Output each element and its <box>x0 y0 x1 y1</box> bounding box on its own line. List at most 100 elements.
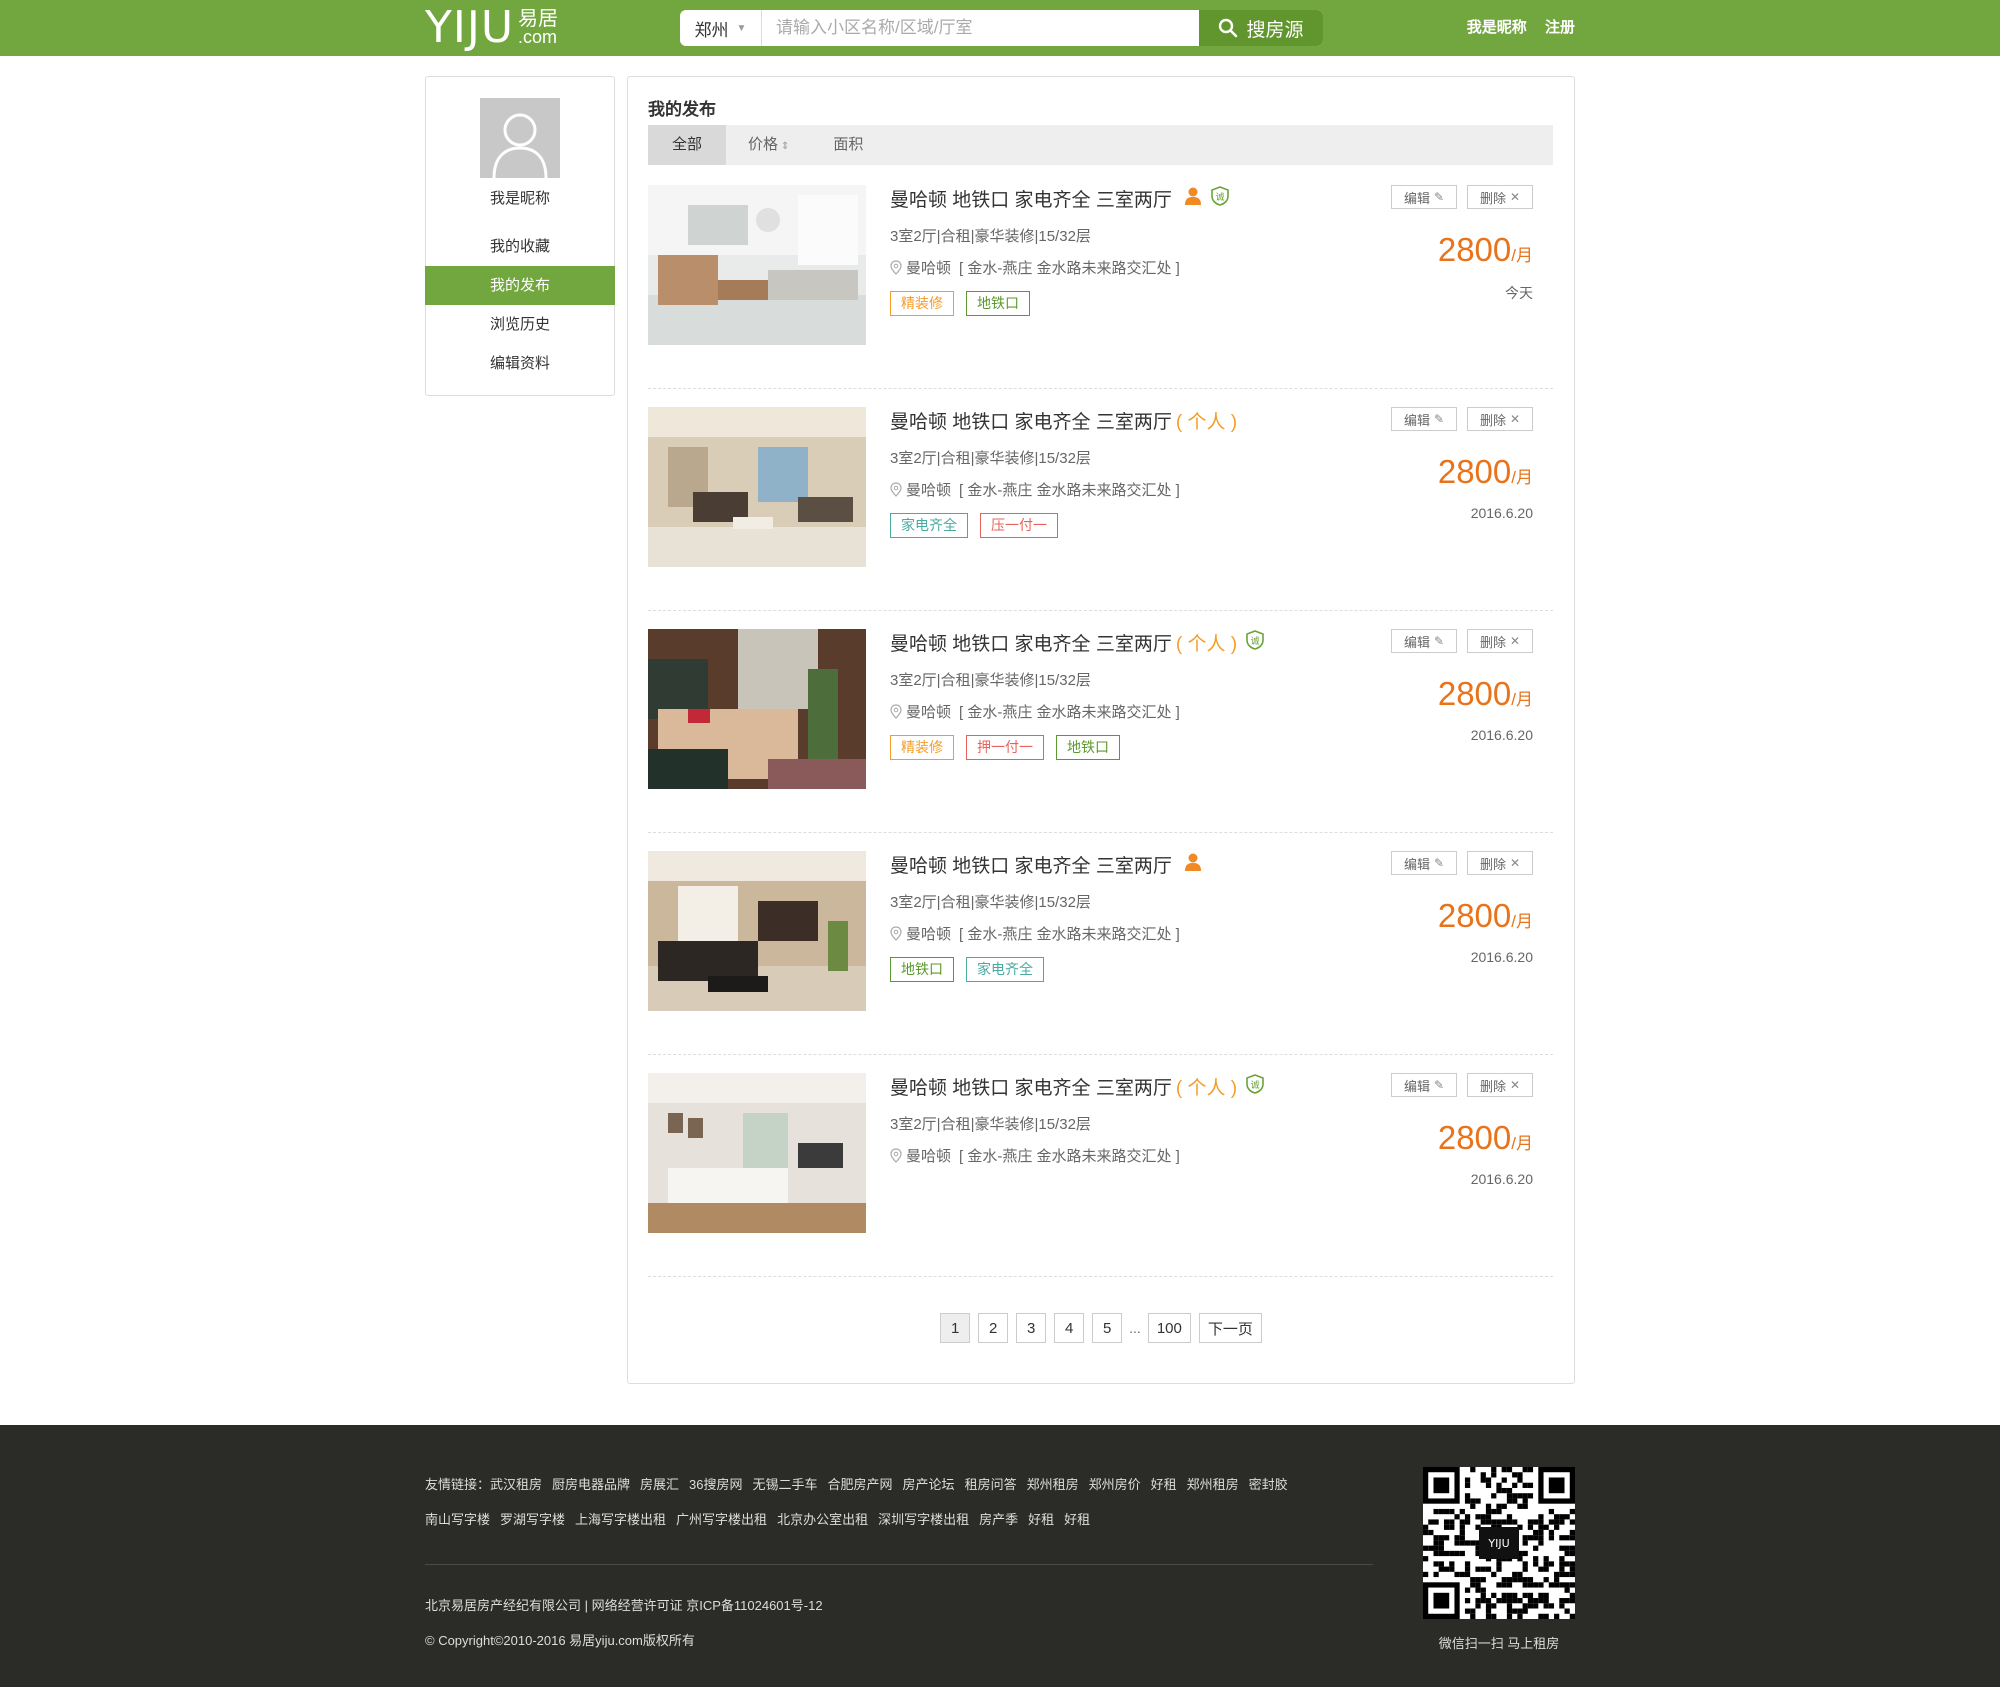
footer-link[interactable]: 郑州租房 <box>1027 1477 1079 1492</box>
feature-tag: 地铁口 <box>1056 735 1120 760</box>
listing-thumbnail[interactable] <box>648 1073 866 1233</box>
page-2[interactable]: 2 <box>978 1313 1009 1343</box>
edit-button[interactable]: 编辑 ✎ <box>1391 407 1457 431</box>
feature-tag: 押一付一 <box>966 735 1044 760</box>
page-100[interactable]: 100 <box>1147 1313 1191 1343</box>
sidebar-item-history[interactable]: 浏览历史 <box>425 305 615 344</box>
listing-tags: 精装修 地铁口 <box>890 291 1042 316</box>
listing-item[interactable]: 曼哈顿 地铁口 家电齐全 三室两厅 ( 个人 ) 3室2厅|合租|豪华装修|15… <box>648 389 1553 611</box>
listing-title[interactable]: 曼哈顿 地铁口 家电齐全 三室两厅 ( 个人 ) 诚 <box>890 629 1265 656</box>
footer-link[interactable]: 合肥房产网 <box>828 1477 893 1492</box>
delete-button[interactable]: 删除 ✕ <box>1467 851 1533 875</box>
footer-link[interactable]: 36搜房网 <box>689 1477 742 1492</box>
search-icon <box>1219 18 1238 38</box>
next-page-button[interactable]: 下一页 <box>1198 1313 1262 1343</box>
tab-all[interactable]: 全部 <box>648 125 727 165</box>
listing-date: 今天 <box>1505 285 1533 301</box>
delete-button[interactable]: 删除 ✕ <box>1467 629 1533 653</box>
page-5[interactable]: 5 <box>1092 1313 1123 1343</box>
listing-info: 3室2厅|合租|豪华装修|15/32层 <box>890 672 1091 689</box>
footer-link[interactable]: 好租 <box>1028 1512 1054 1527</box>
footer-link[interactable]: 罗湖写字楼 <box>500 1512 565 1527</box>
footer-link[interactable]: 密封胶 <box>1249 1477 1288 1492</box>
listing-item[interactable]: 曼哈顿 地铁口 家电齐全 三室两厅 ( 个人 ) 诚 3室2厅|合租|豪华装修|… <box>648 611 1553 833</box>
avatar[interactable] <box>480 98 560 178</box>
delete-button[interactable]: 删除 ✕ <box>1467 185 1533 209</box>
footer-link[interactable]: 房展汇 <box>640 1477 679 1492</box>
listing-actions: 编辑 ✎ 删除 ✕ <box>1381 851 1533 875</box>
location-pin-icon <box>890 704 902 719</box>
pagination: 1 2 3 4 5 ... 100 下一页 <box>628 1313 1574 1343</box>
footer-link[interactable]: 郑州房价 <box>1089 1477 1141 1492</box>
footer-link[interactable]: 房产论坛 <box>903 1477 955 1492</box>
agent-icon <box>1184 853 1202 877</box>
search-input[interactable] <box>762 10 1199 46</box>
copyright: © Copyright©2010-2016 易居yiju.com版权所有 <box>425 1633 695 1648</box>
logo-cn: 易居 <box>518 8 559 30</box>
search-bar: 郑州 ▼ 搜房源 <box>680 10 1323 46</box>
footer-link[interactable]: 南山写字楼 <box>425 1512 490 1527</box>
footer-link[interactable]: 房产季 <box>979 1512 1018 1527</box>
close-icon: ✕ <box>1509 190 1521 204</box>
sidebar-item-favorites[interactable]: 我的收藏 <box>425 227 615 266</box>
listing-item[interactable]: 曼哈顿 地铁口 家电齐全 三室两厅 诚 3室2厅|合租|豪华装修|15/32层 … <box>648 167 1553 389</box>
page-3[interactable]: 3 <box>1016 1313 1047 1343</box>
footer-link[interactable]: 友情链接：武汉租房 <box>425 1477 542 1492</box>
tab-price[interactable]: 价格 ⇕ <box>726 125 811 165</box>
page-1[interactable]: 1 <box>940 1313 971 1343</box>
listing-tags: 家电齐全 压一付一 <box>890 513 1070 538</box>
feature-tag: 压一付一 <box>980 513 1058 538</box>
user-sidebar: 我是昵称 我的收藏 我的发布 浏览历史 编辑资料 <box>425 76 615 396</box>
footer-link[interactable]: 上海写字楼出租 <box>575 1512 666 1527</box>
footer-link[interactable]: 好租 <box>1064 1512 1090 1527</box>
delete-button[interactable]: 删除 ✕ <box>1467 1073 1533 1097</box>
footer-link[interactable]: 郑州租房 <box>1187 1477 1239 1492</box>
listing-title[interactable]: 曼哈顿 地铁口 家电齐全 三室两厅 <box>890 851 1202 878</box>
footer-link[interactable]: 好租 <box>1151 1477 1177 1492</box>
edit-button[interactable]: 编辑 ✎ <box>1391 851 1457 875</box>
footer-link[interactable]: 租房问答 <box>965 1477 1017 1492</box>
page-4[interactable]: 4 <box>1054 1313 1085 1343</box>
sidebar-item-edit-profile[interactable]: 编辑资料 <box>425 344 615 383</box>
qr-logo-text: YIJU <box>1487 1537 1509 1550</box>
edit-icon: ✎ <box>1433 190 1445 204</box>
listing-title[interactable]: 曼哈顿 地铁口 家电齐全 三室两厅 ( 个人 ) 诚 <box>890 1073 1265 1100</box>
footer-link[interactable]: 厨房电器品牌 <box>552 1477 630 1492</box>
agent-icon <box>1184 187 1202 211</box>
footer-link[interactable]: 广州写字楼出租 <box>676 1512 767 1527</box>
listing-item[interactable]: 曼哈顿 地铁口 家电齐全 三室两厅 3室2厅|合租|豪华装修|15/32层 曼哈… <box>648 833 1553 1055</box>
edit-button[interactable]: 编辑 ✎ <box>1391 629 1457 653</box>
listing-thumbnail[interactable] <box>648 851 866 1011</box>
svg-text:诚: 诚 <box>1251 635 1260 647</box>
svg-text:诚: 诚 <box>1215 191 1224 203</box>
edit-button[interactable]: 编辑 ✎ <box>1391 1073 1457 1097</box>
sidebar-menu: 我的收藏 我的发布 浏览历史 编辑资料 <box>425 227 615 383</box>
city-selector[interactable]: 郑州 ▼ <box>680 10 762 46</box>
caret-down-icon: ▼ <box>736 22 747 34</box>
listing-area: 曼哈顿 <box>906 482 952 499</box>
footer-link[interactable]: 深圳写字楼出租 <box>878 1512 969 1527</box>
listing-item[interactable]: 曼哈顿 地铁口 家电齐全 三室两厅 ( 个人 ) 诚 3室2厅|合租|豪华装修|… <box>648 1055 1553 1277</box>
listing-thumbnail[interactable] <box>648 185 866 345</box>
site-logo[interactable]: YIJU 易居 .com <box>425 4 558 52</box>
register-link[interactable]: 注册 <box>1545 19 1575 36</box>
listing-title[interactable]: 曼哈顿 地铁口 家电齐全 三室两厅 ( 个人 ) <box>890 407 1237 434</box>
search-button[interactable]: 搜房源 <box>1199 10 1323 46</box>
main-panel: 我的发布 全部 价格 ⇕ 面积 曼哈顿 地铁口 家电齐全 三室两厅 诚 3室2厅|… <box>627 76 1575 1384</box>
listing-tags: 地铁口 家电齐全 <box>890 957 1056 982</box>
top-header: YIJU 易居 .com 郑州 ▼ 搜房源 我是昵称 注册 <box>0 0 2000 56</box>
listing-title[interactable]: 曼哈顿 地铁口 家电齐全 三室两厅 诚 <box>890 185 1230 212</box>
listing-info: 3室2厅|合租|豪华装修|15/32层 <box>890 228 1091 245</box>
footer-link[interactable]: 北京办公室出租 <box>777 1512 868 1527</box>
listing-thumbnail[interactable] <box>648 407 866 567</box>
company-info: 北京易居房产经纪有限公司 | 网络经营许可证 京ICP备11024601号-12 <box>425 1598 823 1613</box>
nickname-link[interactable]: 我是昵称 <box>1467 19 1527 36</box>
edit-button[interactable]: 编辑 ✎ <box>1391 185 1457 209</box>
header-links: 我是昵称 注册 <box>1453 16 1575 37</box>
footer-link[interactable]: 无锡二手车 <box>753 1477 818 1492</box>
location-pin-icon <box>890 260 902 275</box>
delete-button[interactable]: 删除 ✕ <box>1467 407 1533 431</box>
tab-area[interactable]: 面积 <box>811 125 885 165</box>
sidebar-item-my-posts[interactable]: 我的发布 <box>425 266 615 305</box>
listing-thumbnail[interactable] <box>648 629 866 789</box>
